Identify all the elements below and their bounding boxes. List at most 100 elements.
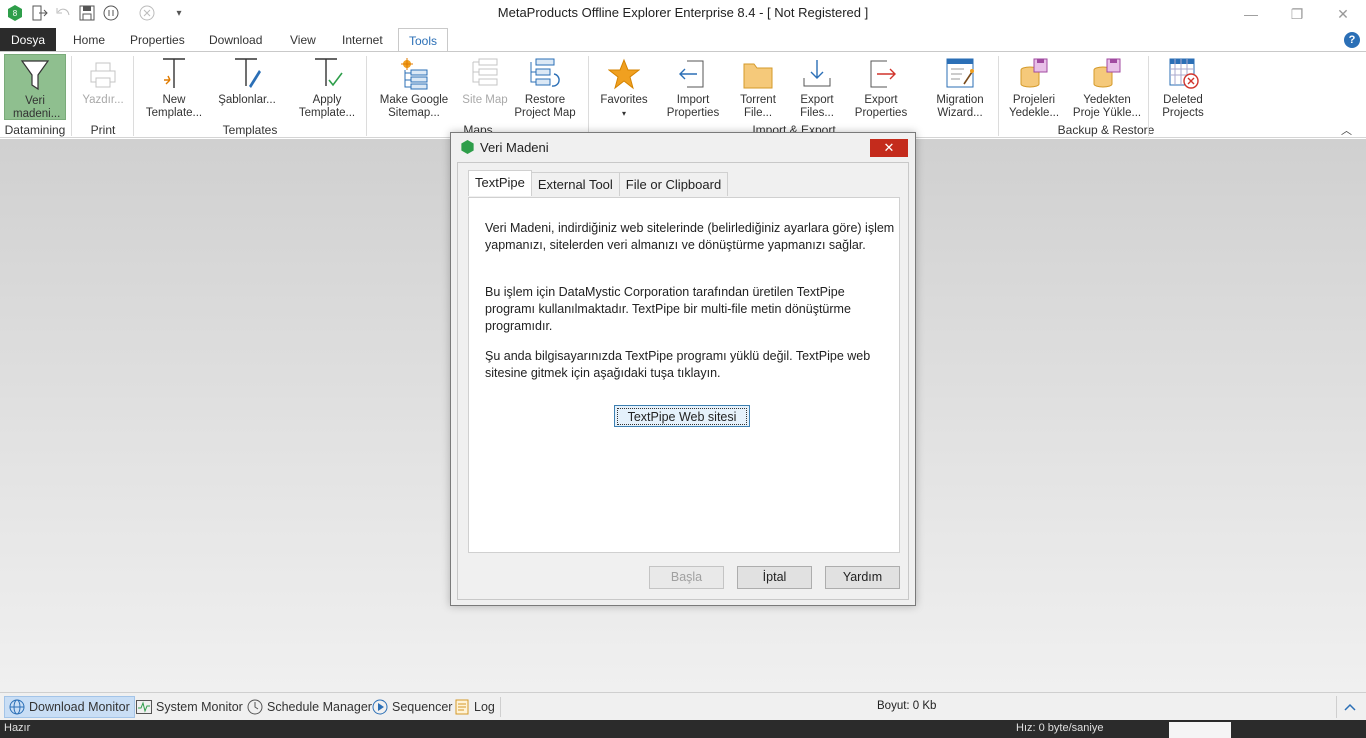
new-template-button[interactable]: New Template...	[142, 54, 206, 120]
tab-external-tool[interactable]: External Tool	[530, 172, 620, 196]
clock-icon	[247, 699, 263, 715]
dialog-app-icon	[461, 140, 474, 154]
printer-icon	[78, 54, 128, 90]
yazdir-label: Yazdır...	[82, 94, 124, 106]
download-monitor-tab[interactable]: Download Monitor	[4, 696, 135, 718]
tab-view[interactable]: View	[280, 28, 326, 52]
dialog-close-button[interactable]: ✕	[870, 139, 908, 157]
deleted-projects-label: Deleted Projects	[1162, 94, 1204, 119]
group-print: Print	[90, 123, 116, 137]
minimize-button[interactable]: —	[1228, 0, 1274, 28]
export-properties-label: Export Properties	[854, 94, 908, 119]
sequencer-label: Sequencer	[392, 700, 453, 714]
textpipe-info-text: Bu işlem için DataMystic Corporation tar…	[485, 285, 851, 333]
restore-project-map-button[interactable]: Restore Project Map	[512, 54, 578, 120]
monitor-toolbar: Download Monitor System Monitor Schedule…	[0, 692, 1366, 720]
favorites-button[interactable]: Favorites ▾	[597, 54, 651, 120]
projeleri-yedekle-button[interactable]: Projeleri Yedekle...	[1006, 54, 1062, 120]
group-datamining: Datamining	[4, 123, 66, 137]
schedule-manager-label: Schedule Manager	[267, 700, 372, 714]
yazdir-button[interactable]: Yazdır...	[78, 54, 128, 120]
favorites-dropdown-icon: ▾	[621, 109, 626, 118]
tab-file[interactable]: Dosya	[0, 28, 56, 52]
dialog-title-bar: Veri Madeni	[451, 133, 915, 161]
tab-internet[interactable]: Internet	[332, 28, 393, 52]
textpipe-website-button[interactable]: TextPipe Web sitesi	[614, 405, 750, 427]
start-button[interactable]: Başla	[649, 566, 724, 589]
download-monitor-label: Download Monitor	[29, 700, 130, 714]
size-indicator: Boyut: 0 Kb	[877, 700, 937, 712]
not-installed-text: Şu anda bilgisayarınızda TextPipe progra…	[485, 349, 871, 380]
sablonlar-label: Şablonlar...	[218, 94, 276, 106]
veri-madeni-dialog: Veri Madeni ✕ TextPipe External Tool Fil…	[450, 132, 916, 606]
deleted-projects-icon	[1156, 54, 1210, 90]
yedekten-proje-yukle-button[interactable]: Yedekten Proje Yükle...	[1072, 54, 1142, 120]
globe-icon	[9, 699, 25, 715]
play-icon	[372, 699, 388, 715]
tab-tools[interactable]: Tools	[398, 28, 449, 53]
veri-madeni-button[interactable]: Veri madeni...	[4, 54, 66, 120]
site-map-label: Site Map	[462, 94, 508, 106]
collapse-ribbon-icon[interactable]: ︿	[1341, 122, 1352, 138]
sequencer-tab[interactable]: Sequencer	[368, 696, 456, 718]
favorites-label: Favorites	[600, 94, 648, 106]
export-properties-button[interactable]: Export Properties	[848, 54, 914, 120]
restore-button[interactable]: ❐	[1274, 0, 1320, 28]
textpipe-website-label: TextPipe Web sitesi	[617, 408, 747, 425]
cancel-button[interactable]: İptal	[737, 566, 812, 589]
backup-icon	[1006, 54, 1062, 90]
system-monitor-tab[interactable]: System Monitor	[132, 696, 247, 718]
system-monitor-label: System Monitor	[156, 700, 243, 714]
wizard-icon	[928, 54, 992, 90]
site-map-button[interactable]: Site Map	[462, 54, 508, 120]
new-template-icon	[142, 54, 206, 90]
schedule-manager-tab[interactable]: Schedule Manager	[243, 696, 376, 718]
status-bar: Hazır Hız: 0 byte/saniye	[0, 720, 1366, 738]
torrent-file-button[interactable]: Torrent File...	[734, 54, 782, 120]
site-map-icon	[462, 54, 508, 90]
migration-wizard-label: Migration Wizard...	[936, 94, 984, 119]
textpipe-panel: Veri Madeni, indirdiğiniz web sitelerind…	[468, 197, 900, 553]
funnel-icon	[5, 55, 65, 91]
download-speed: Hız: 0 byte/saniye	[1016, 722, 1104, 734]
expand-panel-button[interactable]	[1336, 696, 1362, 718]
export-files-button[interactable]: Export Files...	[794, 54, 840, 120]
yedekten-proje-yukle-label: Yedekten Proje Yükle...	[1072, 94, 1142, 119]
tab-home[interactable]: Home	[63, 28, 115, 52]
migration-wizard-button[interactable]: Migration Wizard...	[928, 54, 992, 120]
restore-map-icon	[512, 54, 578, 90]
import-properties-button[interactable]: Import Properties	[660, 54, 726, 120]
export-icon	[848, 54, 914, 90]
chevron-up-icon	[1343, 703, 1356, 711]
tab-file-or-clipboard[interactable]: File or Clipboard	[618, 172, 729, 196]
status-text: Hazır	[4, 722, 31, 734]
torrent-file-label: Torrent File...	[740, 94, 776, 119]
apply-template-label: Apply Template...	[298, 94, 356, 119]
help-button[interactable]: Yardım	[825, 566, 900, 589]
new-template-label: New Template...	[145, 94, 203, 119]
intro-text: Veri Madeni, indirdiğiniz web sitelerind…	[485, 221, 895, 252]
projeleri-yedekle-label: Projeleri Yedekle...	[1008, 94, 1060, 119]
deleted-projects-button[interactable]: Deleted Projects	[1156, 54, 1210, 120]
ribbon: Veri madeni... Datamining Yazdır... Prin…	[0, 51, 1366, 138]
log-label: Log	[474, 700, 495, 714]
help-icon[interactable]: ?	[1344, 32, 1360, 48]
close-button[interactable]: ✕	[1320, 0, 1366, 28]
apply-template-button[interactable]: Apply Template...	[294, 54, 360, 120]
group-templates: Templates	[222, 123, 278, 137]
veri-madeni-label: Veri madeni...	[13, 95, 61, 120]
make-google-sitemap-button[interactable]: Make Google Sitemap...	[376, 54, 452, 120]
sablonlar-button[interactable]: Şablonlar...	[214, 54, 280, 120]
ribbon-tab-bar: Dosya Home Properties Download View Inte…	[0, 28, 1366, 53]
window-controls: — ❐ ✕	[1228, 0, 1366, 28]
tab-textpipe[interactable]: TextPipe	[468, 170, 532, 196]
sitemap-icon	[376, 54, 452, 90]
tab-properties[interactable]: Properties	[120, 28, 195, 52]
group-backup-restore: Backup & Restore	[1057, 123, 1155, 137]
folder-icon	[734, 54, 782, 90]
log-icon	[454, 699, 470, 715]
tab-download[interactable]: Download	[199, 28, 272, 52]
dialog-body: TextPipe External Tool File or Clipboard…	[457, 162, 909, 600]
make-google-sitemap-label: Make Google Sitemap...	[379, 94, 449, 119]
log-tab[interactable]: Log	[450, 696, 499, 718]
